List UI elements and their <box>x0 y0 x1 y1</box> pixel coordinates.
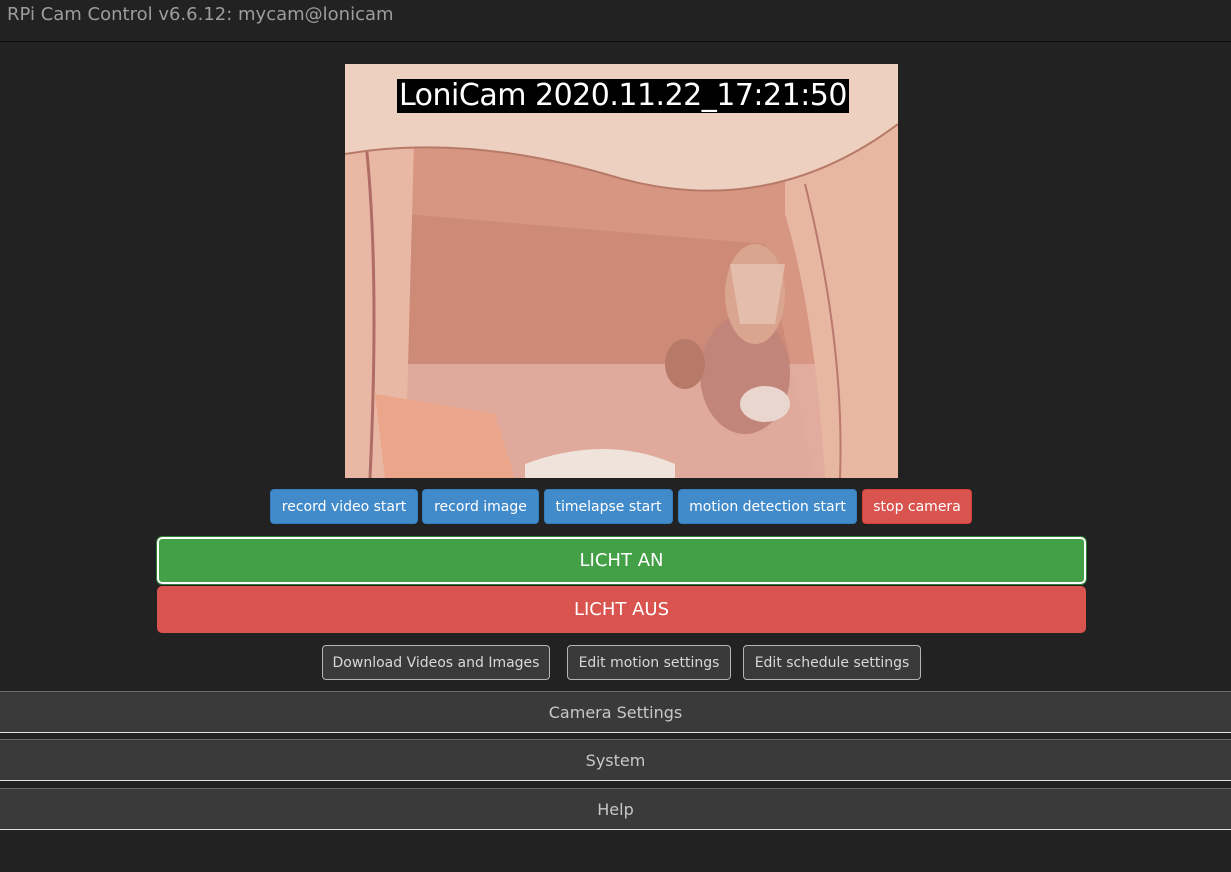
timelapse-button[interactable]: timelapse start <box>544 489 673 524</box>
motion-detection-button[interactable]: motion detection start <box>678 489 857 524</box>
help-panel[interactable]: Help <box>0 788 1231 830</box>
camera-preview-image <box>345 64 898 478</box>
timestamp-overlay: LoniCam 2020.11.22_17:21:50 <box>397 78 849 113</box>
app-title[interactable]: RPi Cam Control v6.6.12: mycam@lonicam <box>7 4 394 25</box>
stop-camera-button[interactable]: stop camera <box>862 489 972 524</box>
download-button[interactable]: Download Videos and Images <box>322 645 550 680</box>
light-off-button[interactable]: LICHT AUS <box>157 586 1086 633</box>
camera-preview[interactable]: LoniCam 2020.11.22_17:21:50 <box>345 64 898 478</box>
light-on-button[interactable]: LICHT AN <box>156 536 1087 585</box>
navbar: RPi Cam Control v6.6.12: mycam@lonicam <box>0 0 1231 42</box>
edit-motion-button[interactable]: Edit motion settings <box>567 645 731 680</box>
record-video-button[interactable]: record video start <box>270 489 418 524</box>
camera-settings-panel[interactable]: Camera Settings <box>0 691 1231 733</box>
edit-schedule-button[interactable]: Edit schedule settings <box>743 645 921 680</box>
system-panel[interactable]: System <box>0 739 1231 781</box>
record-image-button[interactable]: record image <box>422 489 539 524</box>
